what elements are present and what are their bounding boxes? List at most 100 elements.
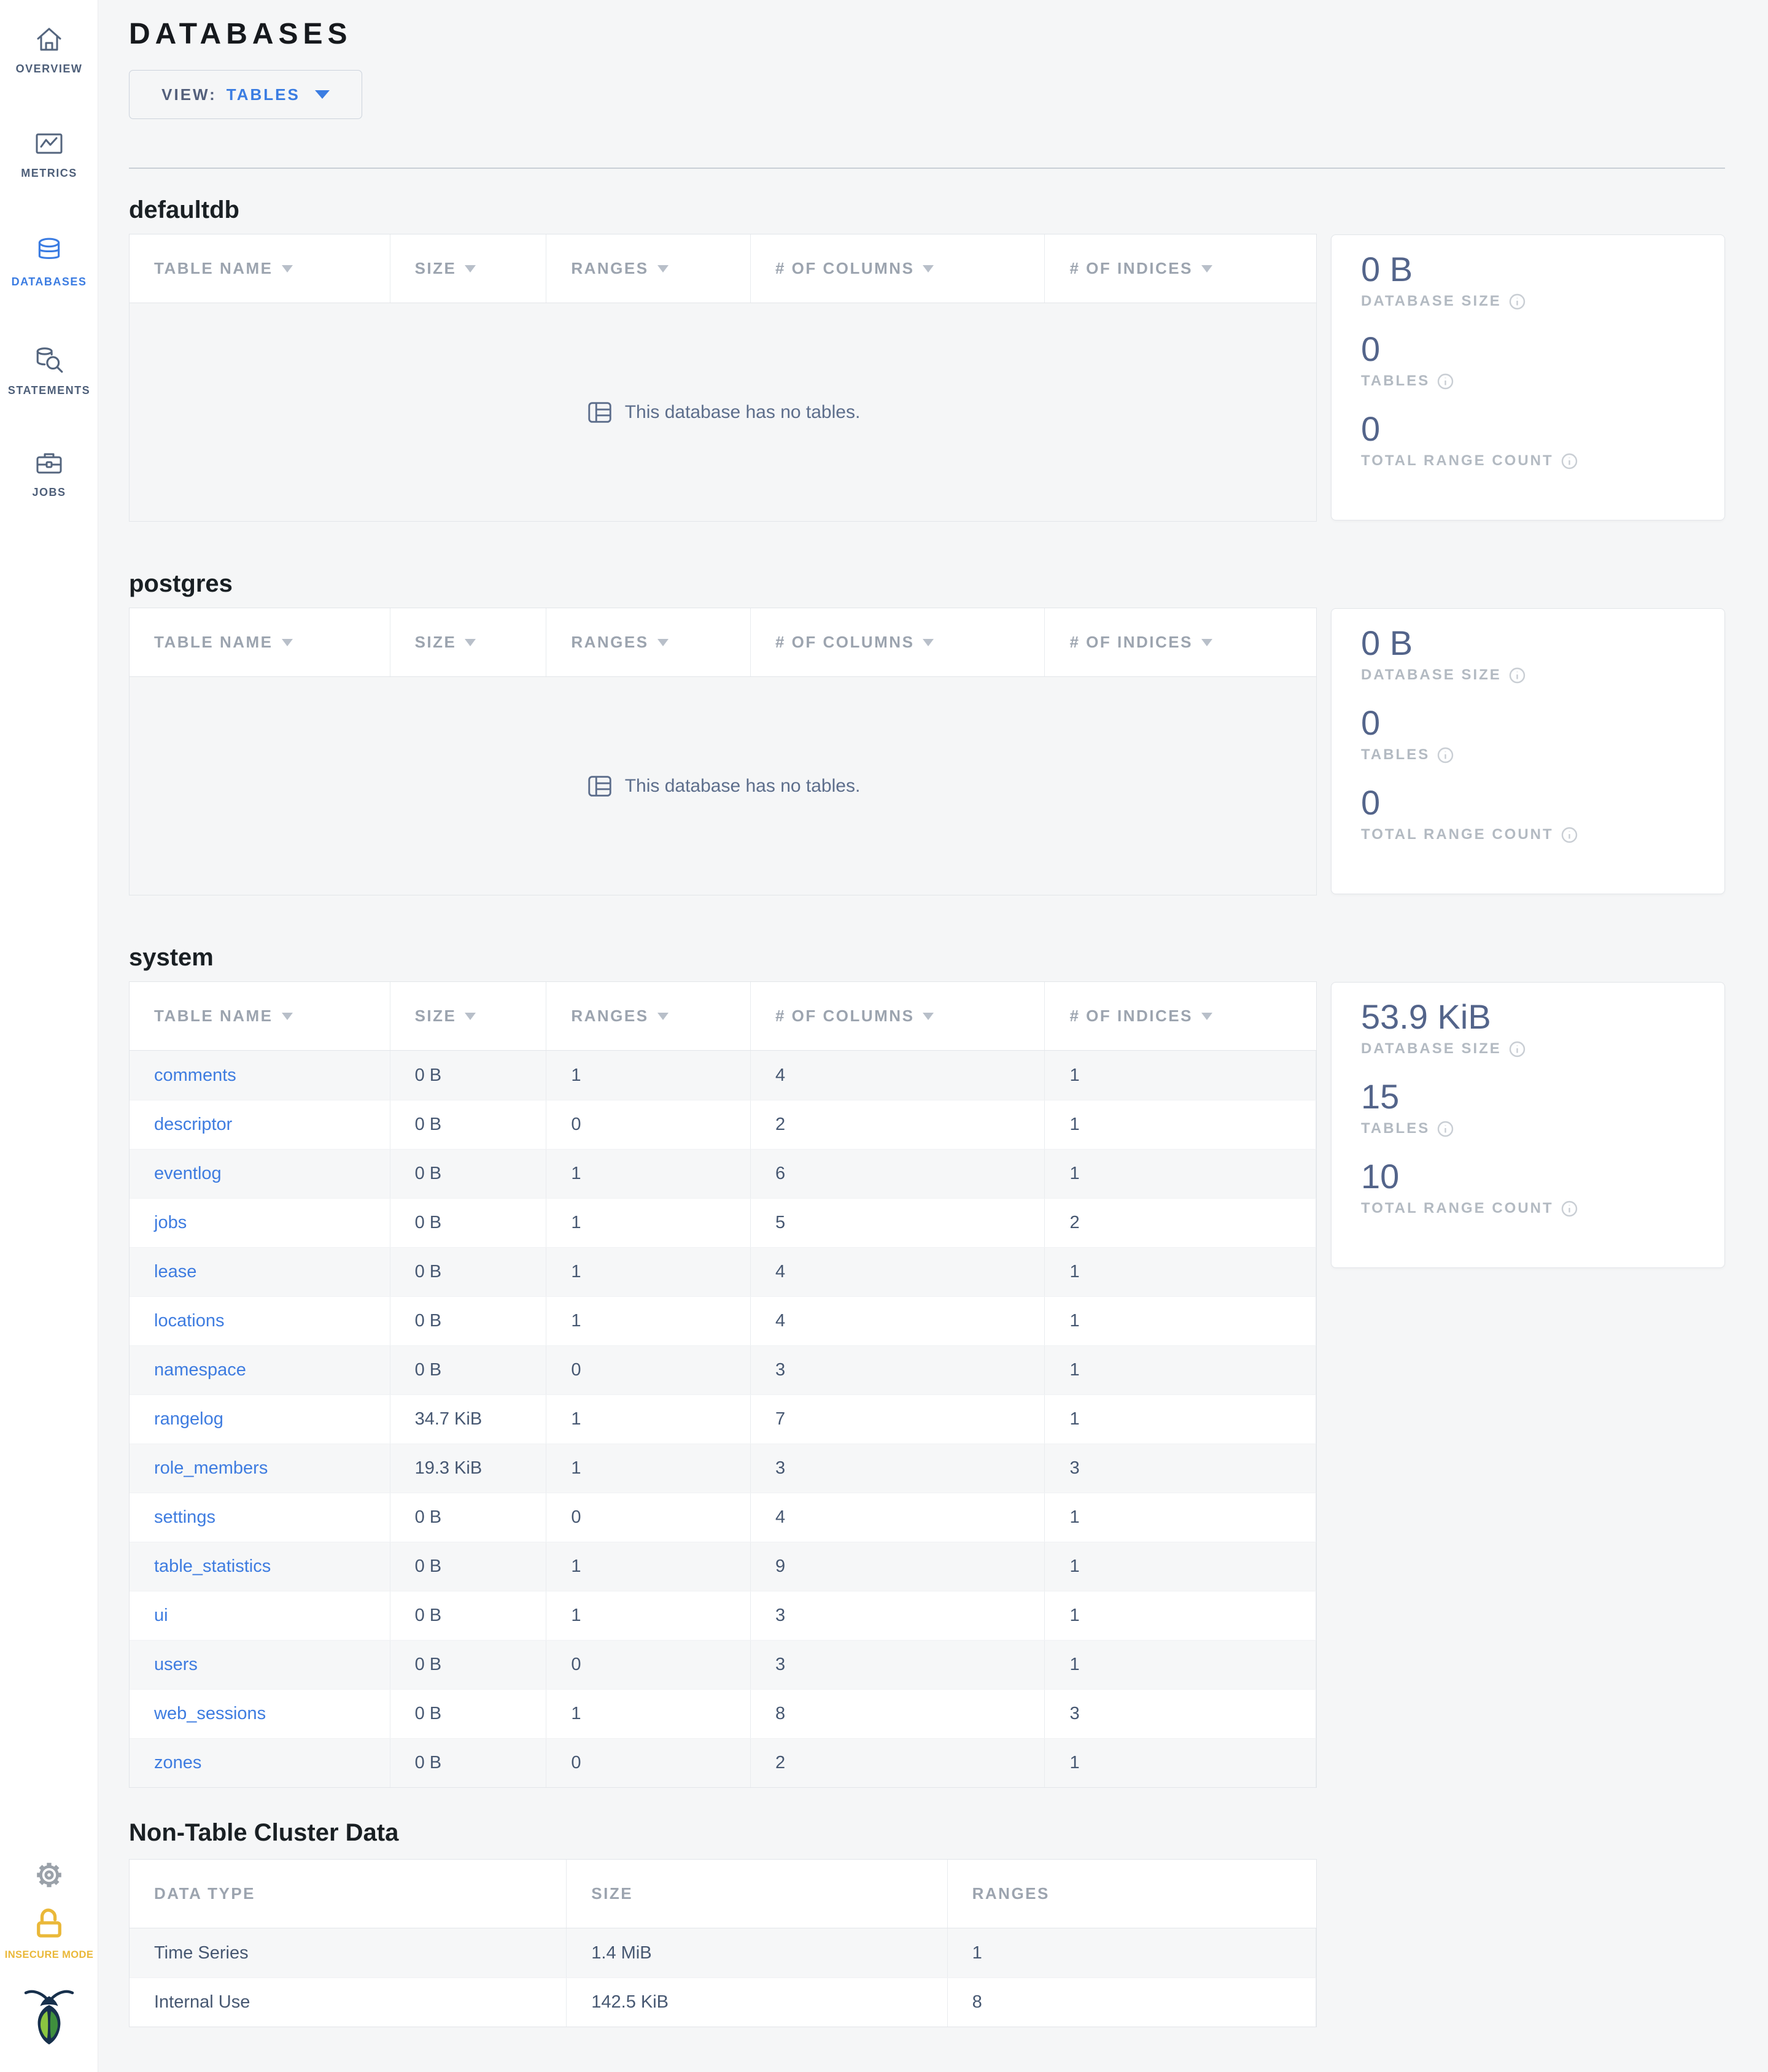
cell-ranges: 1 [546,1542,751,1591]
column-header-ranges[interactable]: RANGES [546,608,751,676]
column-header-size[interactable]: SIZE [390,234,547,303]
gear-icon [37,1863,61,1887]
range-count-value: 10 [1361,1157,1400,1196]
home-icon [37,28,61,51]
cell-ranges: 1 [546,1690,751,1738]
table-row: table_statistics 0 B191 [130,1542,1316,1591]
table-name-link[interactable]: eventlog [154,1164,222,1184]
table-name-link[interactable]: settings [154,1507,215,1528]
jobs-icon [36,453,62,474]
info-icon[interactable] [1437,1121,1454,1137]
column-header-indices[interactable]: # OF INDICES [1045,234,1316,303]
column-header-size[interactable]: SIZE [390,982,547,1050]
sidebar-item-jobs[interactable]: JOBS [0,448,98,499]
tables-count-value: 0 [1361,703,1381,742]
table-row: Time Series 1.4 MiB 1 [130,1928,1316,1977]
info-icon[interactable] [1509,667,1526,684]
cell-indices: 1 [1045,1641,1316,1689]
cell-indices: 1 [1045,1395,1316,1444]
unlocked-padlock-icon [37,1908,61,1938]
cell-indices: 3 [1045,1444,1316,1493]
cell-table-name: table_statistics [130,1542,390,1591]
database-size-value: 53.9 KiB [1361,997,1491,1036]
insecure-mode-lock[interactable] [0,1906,98,1942]
cell-indices: 1 [1045,1297,1316,1345]
cell-ranges: 1 [546,1248,751,1296]
column-header-table-name[interactable]: TABLE NAME [130,982,390,1050]
cell-columns: 6 [751,1150,1045,1198]
column-header-size[interactable]: SIZE [390,608,547,676]
column-header-table-name[interactable]: TABLE NAME [130,608,390,676]
database-size-label: DATABASE SIZE [1361,293,1695,310]
table-name-link[interactable]: descriptor [154,1115,232,1135]
column-header-indices[interactable]: # OF INDICES [1045,608,1316,676]
sidebar: OVERVIEW METRICS DATABASES STATEMENTS JO… [0,0,98,2072]
tables-table: TABLE NAME SIZE RANGES # OF COLUMNS # OF… [129,981,1317,1788]
sidebar-item-databases[interactable]: DATABASES [0,236,98,288]
table-row: descriptor 0 B021 [130,1100,1316,1149]
info-icon[interactable] [1437,747,1454,763]
tables-count-label: TABLES [1361,373,1695,390]
cell-table-name: role_members [130,1444,390,1493]
settings-gear[interactable] [0,1860,98,1893]
table-row: namespace 0 B031 [130,1345,1316,1394]
info-icon[interactable] [1437,373,1454,390]
cell-indices: 1 [1045,1051,1316,1100]
column-header-indices[interactable]: # OF INDICES [1045,982,1316,1050]
table-row: Internal Use 142.5 KiB 8 [130,1977,1316,2027]
info-icon[interactable] [1561,453,1578,470]
cell-size: 0 B [390,1542,547,1591]
sort-arrow-icon [923,1012,934,1020]
column-header-ranges[interactable]: RANGES [546,234,751,303]
database-section-title: postgres [129,570,233,597]
info-icon[interactable] [1561,1200,1578,1217]
info-icon[interactable] [1561,827,1578,843]
cell-size: 0 B [390,1199,547,1247]
cell-table-name: comments [130,1051,390,1100]
info-icon[interactable] [1509,1041,1526,1057]
sidebar-item-statements[interactable]: STATEMENTS [0,345,98,397]
range-count-label: TOTAL RANGE COUNT [1361,1200,1695,1217]
cell-table-name: users [130,1641,390,1689]
info-icon[interactable] [1509,293,1526,310]
cell-indices: 1 [1045,1542,1316,1591]
table-name-link[interactable]: locations [154,1311,224,1331]
cell-size: 142.5 KiB [567,1978,948,2027]
sidebar-item-overview[interactable]: OVERVIEW [0,25,98,75]
table-name-link[interactable]: table_statistics [154,1556,271,1577]
cell-size: 0 B [390,1297,547,1345]
table-name-link[interactable]: web_sessions [154,1704,266,1724]
table-name-link[interactable]: role_members [154,1458,268,1479]
view-dropdown[interactable]: VIEW: TABLES [129,70,362,119]
table-name-link[interactable]: ui [154,1606,168,1626]
table-icon [588,775,611,797]
column-header-columns[interactable]: # OF COLUMNS [751,982,1045,1050]
sort-arrow-icon [281,265,293,273]
table-name-link[interactable]: lease [154,1262,196,1282]
table-name-link[interactable]: namespace [154,1360,246,1380]
cell-columns: 8 [751,1690,1045,1738]
table-name-link[interactable]: jobs [154,1213,187,1233]
table-row: web_sessions 0 B183 [130,1689,1316,1738]
column-header-ranges[interactable]: RANGES [546,982,751,1050]
tables-count-value: 0 [1361,330,1381,368]
column-header-table-name[interactable]: TABLE NAME [130,234,390,303]
column-header-columns[interactable]: # OF COLUMNS [751,234,1045,303]
table-name-link[interactable]: comments [154,1065,236,1086]
table-name-link[interactable]: zones [154,1753,201,1773]
cell-ranges: 1 [546,1199,751,1247]
sidebar-item-metrics[interactable]: METRICS [0,129,98,180]
cell-columns: 4 [751,1248,1045,1296]
tables-count-label: TABLES [1361,1120,1695,1137]
database-size-value: 0 B [1361,624,1413,662]
cell-columns: 3 [751,1591,1045,1640]
divider [129,168,1725,169]
table-name-link[interactable]: rangelog [154,1409,223,1429]
cell-table-name: settings [130,1493,390,1542]
column-header-columns[interactable]: # OF COLUMNS [751,608,1045,676]
cell-size: 0 B [390,1591,547,1640]
cell-table-name: ui [130,1591,390,1640]
cell-columns: 7 [751,1395,1045,1444]
sidebar-item-label: JOBS [32,486,66,498]
table-name-link[interactable]: users [154,1655,198,1675]
